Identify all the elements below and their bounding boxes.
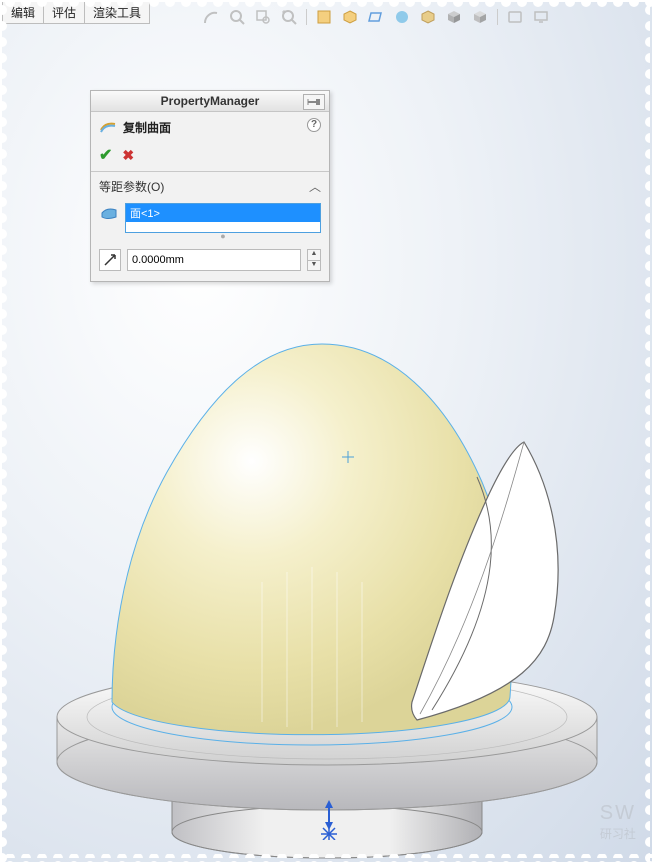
surface-offset-icon [99, 118, 117, 137]
cancel-button[interactable]: ✖ [122, 147, 134, 164]
watermark: SW 研习社 [600, 802, 636, 842]
render-icon[interactable] [506, 8, 524, 26]
iso-cube2-icon[interactable] [471, 8, 489, 26]
view-orient-icon[interactable] [341, 8, 359, 26]
pin-icon[interactable] [303, 94, 325, 110]
iso-cube-icon[interactable] [445, 8, 463, 26]
pm-title-bar: PropertyManager [91, 91, 329, 112]
pm-section-label: 等距参数(O) [99, 178, 164, 195]
arc-icon[interactable] [202, 8, 220, 26]
ok-button[interactable]: ✔ [99, 145, 112, 165]
command-tabs: 编辑 评估 渲染工具 [2, 2, 150, 24]
origin-marker [317, 800, 341, 840]
section-icon[interactable] [315, 8, 333, 26]
zoom-fit-icon[interactable] [228, 8, 246, 26]
help-icon[interactable]: ? [307, 118, 321, 132]
toolbar-separator [497, 9, 498, 25]
list-resize-handle[interactable]: ● [125, 233, 321, 239]
display-style-icon[interactable] [367, 8, 385, 26]
spin-up-button[interactable]: ▲ [307, 249, 321, 260]
chevron-up-icon: ︿ [309, 178, 321, 195]
spin-down-button[interactable]: ▼ [307, 260, 321, 271]
pm-feature-header: 复制曲面 ? [91, 112, 329, 141]
heads-up-toolbar [202, 6, 642, 28]
zoom-area-icon[interactable] [254, 8, 272, 26]
pm-ok-cancel-row: ✔ ✖ [91, 141, 329, 172]
selected-face-item[interactable]: 面<1> [126, 204, 320, 222]
property-manager-panel: PropertyManager 复制曲面 ? ✔ ✖ 等距参数(O) ︿ [90, 90, 330, 282]
tab-render-tools[interactable]: 渲染工具 [85, 2, 150, 24]
pm-feature-label: 复制曲面 [123, 119, 171, 136]
pm-section-header[interactable]: 等距参数(O) ︿ [91, 172, 329, 199]
screen-icon[interactable] [532, 8, 550, 26]
watermark-line2: 研习社 [600, 825, 636, 842]
viewport-3d[interactable]: 编辑 评估 渲染工具 PropertyManager [2, 2, 652, 862]
face-selection-list[interactable]: 面<1> [125, 203, 321, 233]
zoom-prev-icon[interactable] [280, 8, 298, 26]
tab-evaluate[interactable]: 评估 [44, 2, 85, 24]
offset-distance-input[interactable] [127, 249, 301, 271]
offset-distance-icon[interactable] [99, 249, 121, 271]
tab-edit[interactable]: 编辑 [2, 2, 44, 24]
watermark-line1: SW [600, 802, 636, 825]
pm-title-text: PropertyManager [161, 94, 260, 108]
scene-icon[interactable] [393, 8, 411, 26]
shadow-icon[interactable] [419, 8, 437, 26]
toolbar-separator [306, 9, 307, 25]
face-select-icon [99, 203, 119, 223]
pm-section-body: 面<1> ● ▲ ▼ [91, 199, 329, 281]
